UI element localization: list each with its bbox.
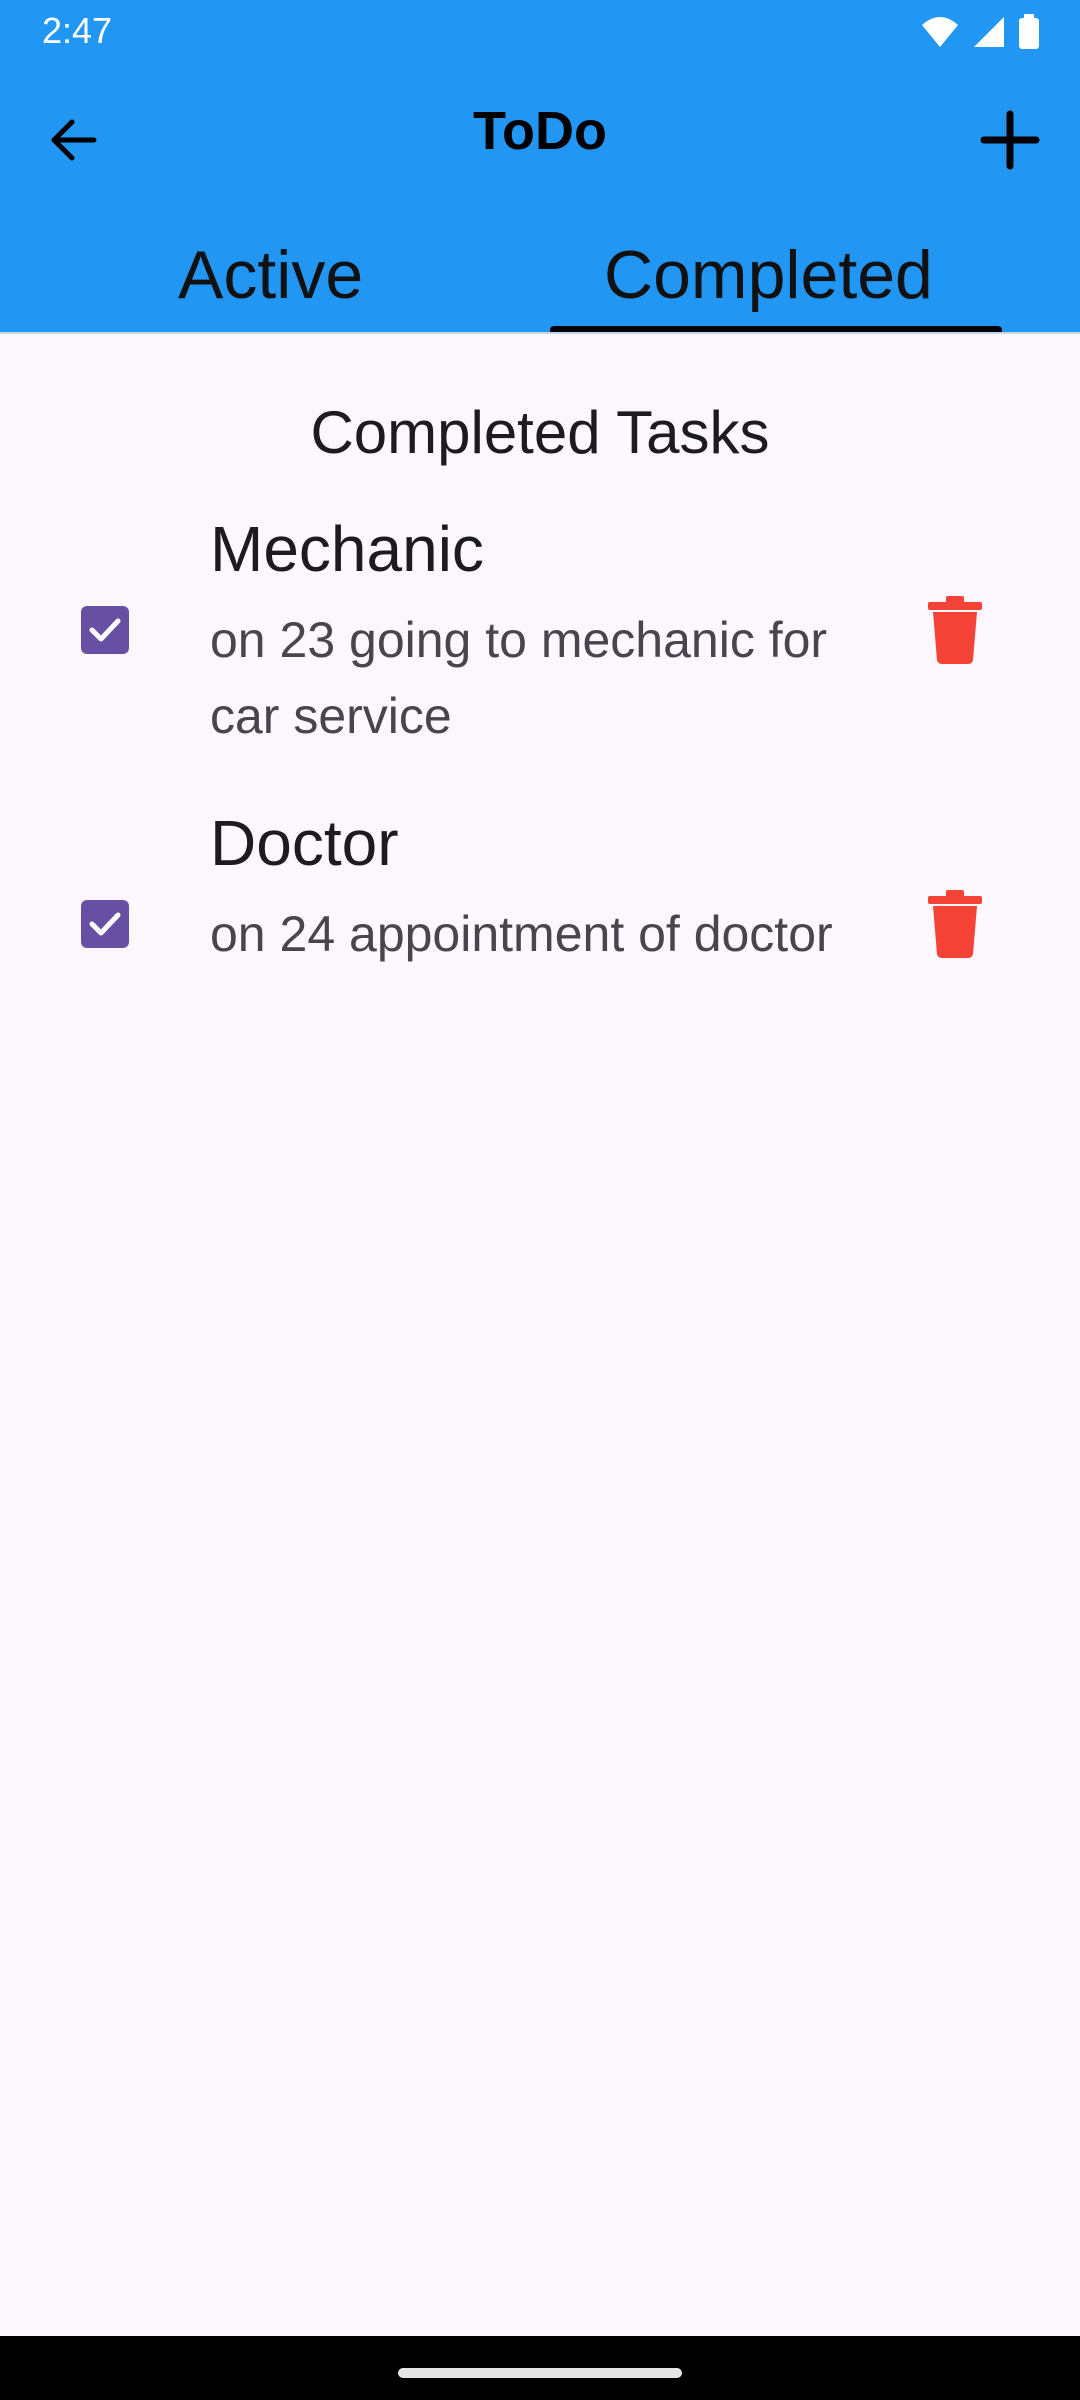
home-gesture-handle[interactable] [398, 2368, 682, 2378]
status-icons [920, 12, 1040, 52]
tab-divider [0, 332, 1080, 334]
task-title: Mechanic [210, 513, 484, 585]
status-time: 2:47 [42, 10, 113, 51]
tab-completed[interactable]: Completed [604, 236, 933, 314]
signal-icon [974, 17, 1004, 47]
check-icon [89, 912, 121, 936]
battery-icon [1019, 14, 1039, 49]
app-bar: 2:47 ToDo Active Completed [0, 0, 1080, 334]
check-icon [89, 618, 121, 642]
task-title: Doctor [210, 807, 399, 879]
trash-icon [928, 596, 982, 664]
add-task-button[interactable] [974, 104, 1046, 176]
wifi-icon [922, 17, 958, 47]
page-title: ToDo [473, 101, 607, 161]
tab-active[interactable]: Active [178, 236, 363, 314]
task-description: on 24 appointment of doctor [210, 906, 833, 962]
section-title: Completed Tasks [310, 399, 770, 466]
task-checkbox[interactable] [81, 606, 129, 654]
task-checkbox[interactable] [81, 900, 129, 948]
trash-icon [928, 890, 982, 958]
delete-button[interactable] [926, 594, 984, 664]
plus-icon [980, 110, 1040, 170]
task-description: on 23 going to mechanic for car service [210, 612, 828, 744]
delete-button[interactable] [926, 888, 984, 958]
